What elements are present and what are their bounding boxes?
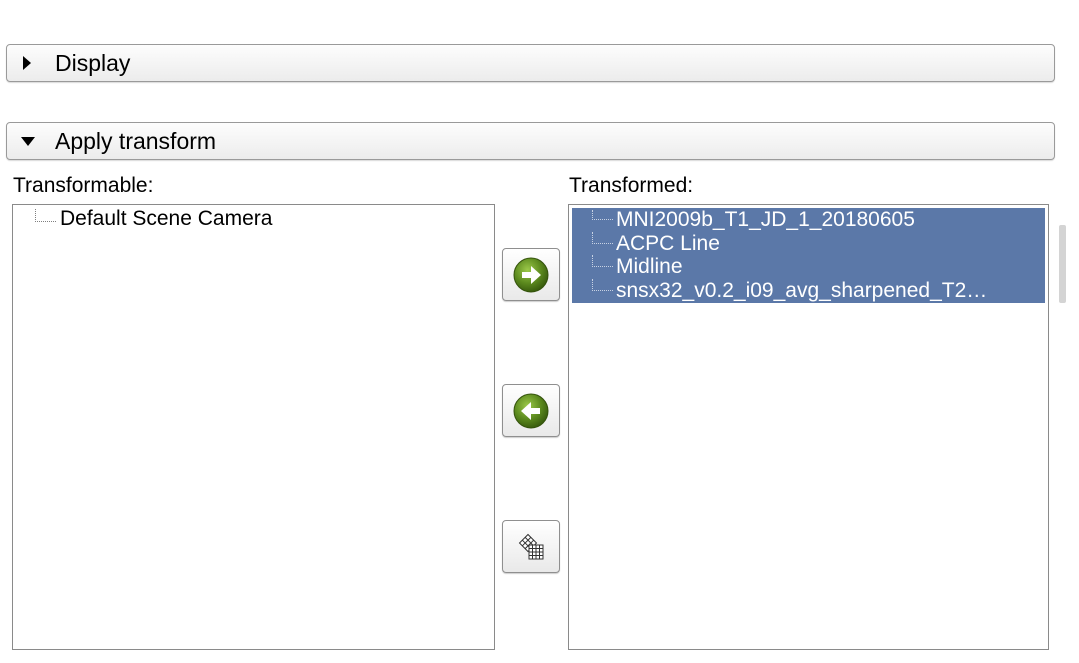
collapsed-arrow-icon	[23, 56, 31, 70]
tree-node-midline[interactable]: Midline	[572, 255, 1045, 279]
tree-connector	[35, 209, 56, 222]
tree-node-label: ACPC Line	[616, 231, 720, 255]
tree-connector	[592, 210, 613, 220]
tree-connector	[592, 255, 613, 267]
tree-node-default-scene-camera[interactable]: Default Scene Camera	[13, 207, 494, 231]
transformable-tree[interactable]: Default Scene Camera	[12, 204, 495, 650]
tree-node-label: Midline	[616, 255, 683, 278]
tree-node-snsx32[interactable]: snsx32_v0.2_i09_avg_sharpened_T2…	[572, 278, 1045, 303]
display-section-header[interactable]: Display	[6, 44, 1055, 82]
transformable-tree-list: Default Scene Camera	[13, 205, 494, 231]
tree-node-acpc-line[interactable]: ACPC Line	[572, 231, 1045, 256]
tree-node-label: Default Scene Camera	[60, 207, 273, 230]
scrollbar[interactable]	[1059, 225, 1066, 303]
transformable-label: Transformable:	[13, 174, 154, 197]
tree-node-mni2009b[interactable]: MNI2009b_T1_JD_1_20180605	[572, 208, 1045, 232]
harden-transform-button[interactable]	[502, 520, 560, 573]
green-right-arrow-icon	[513, 257, 549, 292]
grid-transform-icon	[518, 533, 544, 559]
display-section-title: Display	[55, 49, 131, 76]
transformed-label: Transformed:	[569, 174, 694, 197]
move-to-transformed-button[interactable]	[502, 248, 560, 301]
apply-transform-section-title: Apply transform	[55, 127, 217, 154]
transformed-tree[interactable]: MNI2009b_T1_JD_1_20180605 ACPC Line Midl…	[568, 204, 1049, 650]
move-to-transformable-button[interactable]	[502, 384, 560, 437]
green-left-arrow-icon	[513, 393, 549, 428]
transformed-tree-list: MNI2009b_T1_JD_1_20180605 ACPC Line Midl…	[572, 208, 1045, 303]
tree-connector	[592, 278, 613, 291]
tree-node-label: snsx32_v0.2_i09_avg_sharpened_T2…	[616, 278, 988, 302]
tree-node-label: MNI2009b_T1_JD_1_20180605	[616, 208, 915, 231]
expanded-arrow-icon	[21, 136, 35, 146]
tree-connector	[592, 231, 613, 244]
apply-transform-section-header[interactable]: Apply transform	[6, 122, 1055, 160]
